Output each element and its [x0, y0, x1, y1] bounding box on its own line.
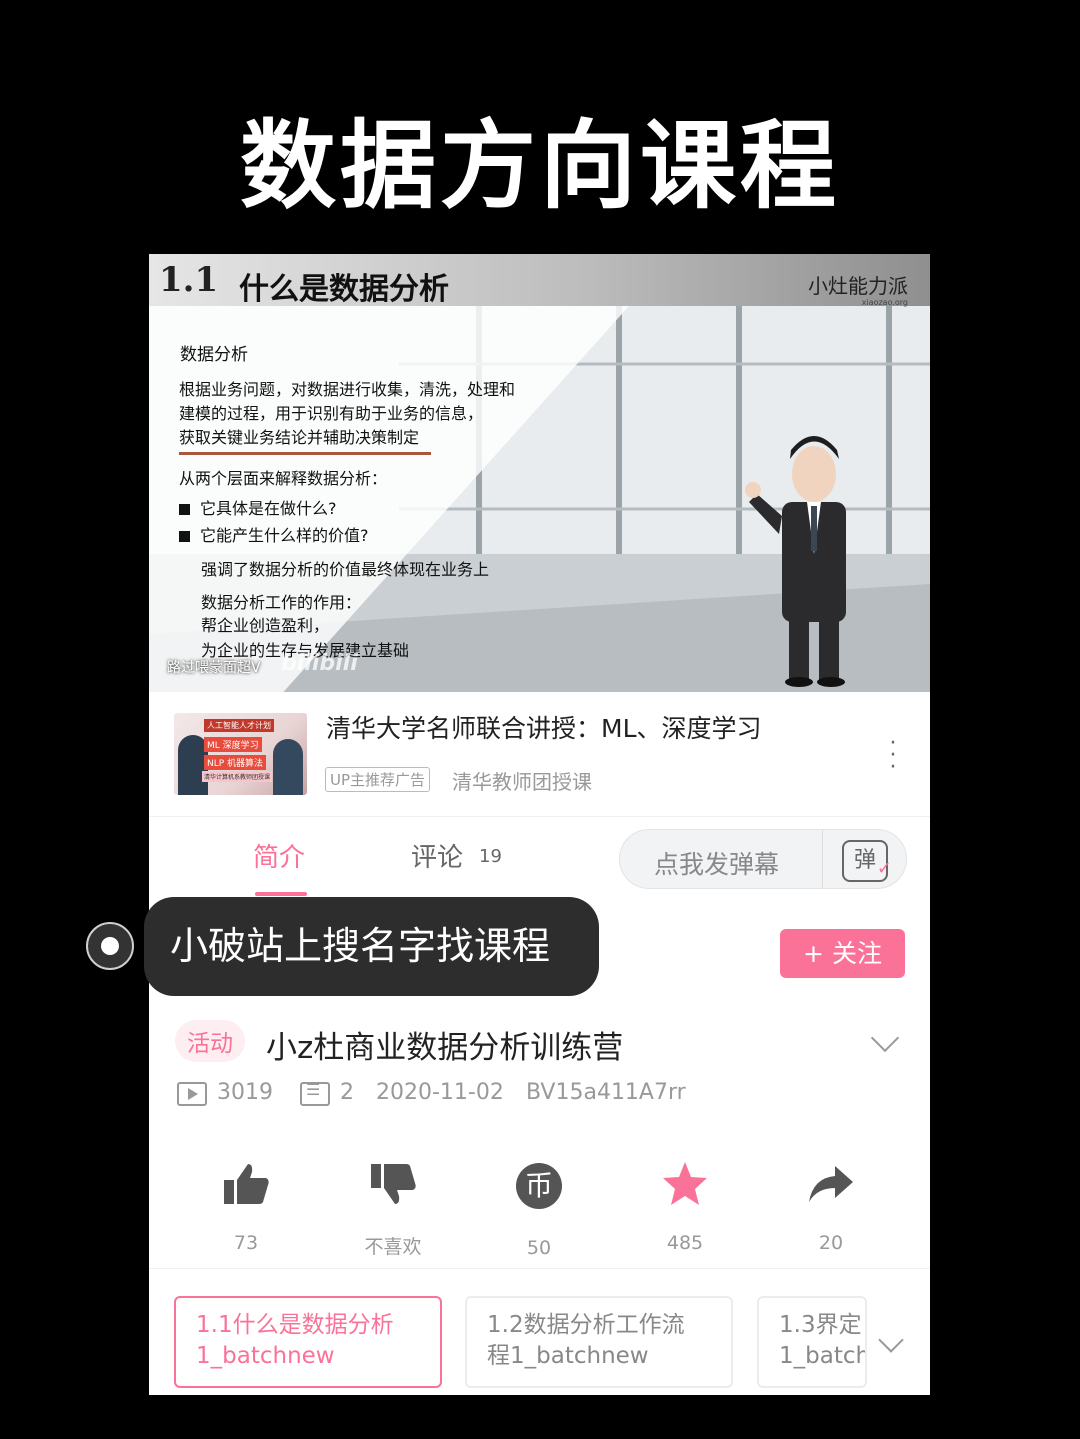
- ad-thumbnail[interactable]: 人工智能人才计划 ML 深度学习 NLP 机器算法 清华计算机系教师团授课: [174, 713, 307, 795]
- danmaku-count-icon: [300, 1080, 330, 1106]
- like-count: 73: [233, 1232, 259, 1254]
- ad-title[interactable]: 清华大学名师联合讲授：ML、深度学习: [326, 709, 762, 745]
- active-tab-indicator: [255, 892, 307, 896]
- episode-title: 程1_batchnew: [487, 1343, 649, 1369]
- thumb-text: 清华计算机系教师团授课: [202, 771, 273, 782]
- danmaku-placeholder[interactable]: 点我发弹幕: [654, 845, 779, 881]
- teacher-photo: [273, 739, 303, 795]
- slide-heading: 数据分析: [180, 345, 248, 365]
- page-title: 数据方向课程: [240, 110, 840, 222]
- share-arrow-icon: [801, 1158, 861, 1214]
- thumbs-up-icon: [216, 1158, 276, 1214]
- slide-header: 1.1 什么是数据分析 小灶能力派 xiaozao.org: [149, 254, 930, 307]
- definition-line: 根据业务问题，对数据进行收集，清洗，处理和: [179, 380, 516, 399]
- definition-line: 获取关键业务结论并辅助决策制定: [179, 428, 420, 447]
- share-button[interactable]: 20: [791, 1158, 871, 1254]
- episode-title: 1.3界定: [779, 1312, 862, 1338]
- thumb-text: NLP 机器算法: [204, 755, 267, 770]
- episode-title: 1.1什么是数据分析: [196, 1312, 394, 1338]
- share-count: 20: [818, 1232, 844, 1254]
- coin-button[interactable]: 币 50: [499, 1158, 579, 1259]
- star-icon: [655, 1158, 715, 1214]
- thumb-text: 人工智能人才计划: [204, 719, 274, 732]
- slide-number: 1.1: [159, 260, 219, 300]
- danmaku-input[interactable]: 点我发弹幕 弹: [619, 829, 907, 889]
- more-options-icon[interactable]: · · ·: [885, 733, 901, 779]
- video-title: 小z杜商业数据分析训练营: [266, 1030, 624, 1066]
- favorite-button[interactable]: 485: [645, 1158, 725, 1254]
- bv-id: BV15a411A7rr: [526, 1080, 686, 1105]
- tab-bar: 简介 评论 19 点我发弹幕 弹: [149, 816, 930, 899]
- brand-url: xiaozao.org: [861, 298, 908, 307]
- like-button[interactable]: 73: [206, 1158, 286, 1254]
- danmaku-toggle-icon[interactable]: 弹: [842, 840, 892, 888]
- divider: [822, 830, 823, 888]
- tab-comments[interactable]: 评论: [411, 837, 463, 874]
- coin-icon: 币: [516, 1163, 562, 1209]
- bullet-item: 它具体是在做什么?: [179, 495, 337, 519]
- uploader-watermark: 路过喂蒙面超V: [167, 660, 261, 676]
- play-count: 3019: [217, 1080, 273, 1105]
- slide-title: 什么是数据分析: [239, 272, 449, 307]
- episode-title: 1_batch: [779, 1343, 867, 1369]
- play-count-icon: [177, 1082, 207, 1106]
- episode-title: 1.2数据分析工作流: [487, 1312, 685, 1338]
- ad-card[interactable]: 人工智能人才计划 ML 深度学习 NLP 机器算法 清华计算机系教师团授课 清华…: [149, 692, 930, 816]
- comment-count: 19: [479, 846, 502, 867]
- coin-icon-wrap: 币: [509, 1163, 569, 1219]
- dislike-label: 不喜欢: [364, 1236, 422, 1258]
- episode-item[interactable]: 1.3界定 1_batch: [757, 1296, 867, 1388]
- underline-decoration: [179, 452, 431, 455]
- activity-badge[interactable]: 活动: [175, 1020, 245, 1062]
- coin-count: 50: [526, 1237, 552, 1259]
- publish-date: 2020-11-02: [376, 1080, 504, 1105]
- phone-screenshot: 1.1 什么是数据分析 小灶能力派 xiaozao.org 数据分析 根据业务问…: [149, 254, 930, 1395]
- role-title: 数据分析工作的作用：: [201, 593, 362, 612]
- video-player[interactable]: 1.1 什么是数据分析 小灶能力派 xiaozao.org 数据分析 根据业务问…: [149, 254, 930, 692]
- definition-line: 建模的过程，用于识别有助于业务的信息，: [179, 404, 484, 423]
- bilibili-watermark: bilibili: [281, 651, 358, 676]
- thumbs-down-icon: [363, 1158, 423, 1214]
- episode-title: 1_batchnew: [196, 1343, 335, 1369]
- follow-button[interactable]: + 关注: [780, 929, 905, 978]
- annotation-pill: 小破站上搜名字找课程: [144, 897, 599, 996]
- episode-item[interactable]: 1.2数据分析工作流 程1_batchnew: [465, 1296, 733, 1388]
- role-line: 帮企业创造盈利，: [201, 616, 330, 635]
- annotation-dot-icon: [86, 922, 134, 970]
- explain-intro: 从两个层面来解释数据分析：: [179, 469, 388, 488]
- chevron-down-icon[interactable]: [870, 1023, 900, 1053]
- tab-intro[interactable]: 简介: [253, 837, 305, 874]
- episode-item[interactable]: 1.1什么是数据分析 1_batchnew: [174, 1296, 442, 1388]
- dislike-button[interactable]: 不喜欢: [353, 1158, 433, 1259]
- favorite-count: 485: [666, 1232, 704, 1254]
- emphasis-line: 强调了数据分析的价值最终体现在业务上: [201, 560, 490, 579]
- bullet-item: 它能产生什么样的价值?: [179, 522, 369, 546]
- ad-subtitle: 清华教师团授课: [452, 770, 592, 794]
- thumb-text: ML 深度学习: [204, 737, 262, 752]
- episode-list: 1.1什么是数据分析 1_batchnew 1.2数据分析工作流 程1_batc…: [149, 1268, 930, 1395]
- danmaku-count: 2: [340, 1080, 354, 1105]
- brand-logo: 小灶能力派: [808, 274, 908, 298]
- ad-tag: UP主推荐广告: [325, 767, 431, 792]
- chevron-down-icon[interactable]: [878, 1327, 904, 1353]
